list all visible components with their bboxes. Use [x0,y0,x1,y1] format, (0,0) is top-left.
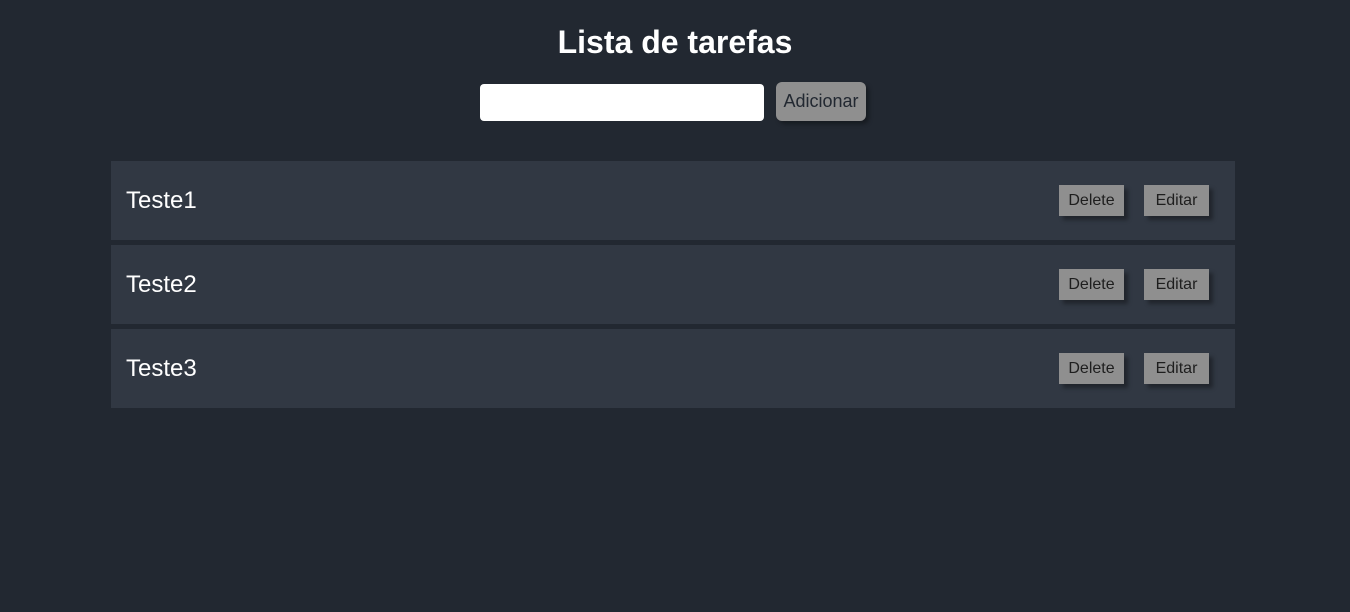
edit-button[interactable]: Editar [1144,269,1209,300]
task-item: Teste2 Delete Editar [111,245,1235,324]
task-item: Teste1 Delete Editar [111,161,1235,240]
delete-button[interactable]: Delete [1059,353,1124,384]
page-title: Lista de tarefas [557,24,793,60]
task-text: Teste3 [126,355,197,382]
task-item: Teste3 Delete Editar [111,329,1235,408]
task-actions: Delete Editar [1059,185,1209,216]
task-list: Teste1 Delete Editar Teste2 Delete Edita… [111,161,1235,413]
task-input[interactable] [480,84,764,121]
add-task-form: Adicionar [480,82,866,121]
task-actions: Delete Editar [1059,269,1209,300]
task-text: Teste2 [126,271,197,298]
add-button[interactable]: Adicionar [776,82,866,121]
delete-button[interactable]: Delete [1059,185,1124,216]
delete-button[interactable]: Delete [1059,269,1124,300]
task-text: Teste1 [126,187,197,214]
task-actions: Delete Editar [1059,353,1209,384]
edit-button[interactable]: Editar [1144,353,1209,384]
edit-button[interactable]: Editar [1144,185,1209,216]
